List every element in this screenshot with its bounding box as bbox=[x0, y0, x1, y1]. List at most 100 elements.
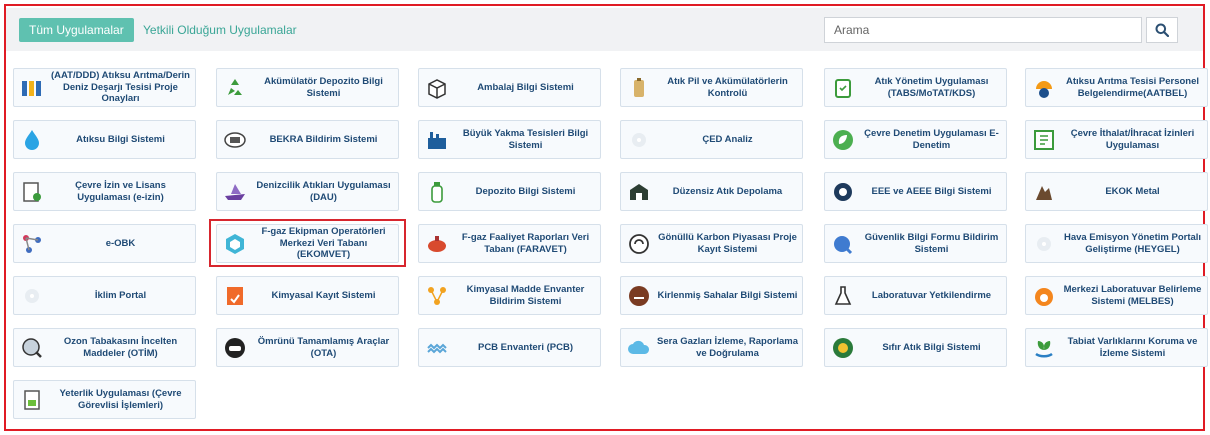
app-card[interactable]: e-OBK bbox=[13, 224, 196, 263]
app-card[interactable]: Merkezi Laboratuvar Belirleme Sistemi (M… bbox=[1025, 276, 1208, 315]
app-card[interactable]: Kimyasal Kayıt Sistemi bbox=[216, 276, 399, 315]
hexagon-icon bbox=[221, 230, 249, 258]
app-card[interactable]: BEKRA Bildirim Sistemi bbox=[216, 120, 399, 159]
search-button[interactable] bbox=[1146, 17, 1178, 43]
app-card[interactable]: (AAT/DDD) Atıksu Arıtma/Derin Deniz Deşa… bbox=[13, 68, 196, 107]
app-card[interactable]: EEE ve AEEE Bilgi Sistemi bbox=[824, 172, 1007, 211]
app-card[interactable]: Yeterlik Uygulaması (Çevre Görevlisi İşl… bbox=[13, 380, 196, 419]
app-card[interactable]: Atık Yönetim Uygulaması (TABS/MoTAT/KDS) bbox=[824, 68, 1007, 107]
app-card-label: BEKRA Bildirim Sistemi bbox=[269, 133, 378, 145]
zero-waste-icon bbox=[829, 334, 857, 362]
app-card[interactable]: EKOK Metal bbox=[1025, 172, 1208, 211]
search-input[interactable] bbox=[824, 17, 1142, 43]
app-card[interactable]: Hava Emisyon Yönetim Portalı Geliştirme … bbox=[1025, 224, 1208, 263]
app-card-label: Hava Emisyon Yönetim Portalı Geliştirme … bbox=[1063, 232, 1202, 255]
gas-cylinder-icon bbox=[423, 230, 451, 258]
app-card[interactable]: PCB Envanteri (PCB) bbox=[418, 328, 601, 367]
app-card[interactable]: Atık Pil ve Akümülatörlerin Kontrolü bbox=[620, 68, 803, 107]
app-card[interactable]: Çevre Denetim Uygulaması E-Denetim bbox=[824, 120, 1007, 159]
app-card-label: Düzensiz Atık Depolama bbox=[672, 185, 783, 197]
flask-icon bbox=[829, 282, 857, 310]
placeholder-icon bbox=[1030, 230, 1058, 258]
water-drop-icon bbox=[18, 126, 46, 154]
app-card-label: Yeterlik Uygulaması (Çevre Görevlisi İşl… bbox=[59, 388, 182, 411]
app-card-label: Kimyasal Kayıt Sistemi bbox=[271, 289, 376, 301]
cloud-icon bbox=[625, 334, 653, 362]
pcb-chain-icon bbox=[423, 334, 451, 362]
app-card-label: Atıksu Arıtma Tesisi Personel Belgelendi… bbox=[1065, 76, 1200, 99]
app-card[interactable]: Ambalaj Bilgi Sistemi bbox=[418, 68, 601, 107]
app-card[interactable]: Atıksu Arıtma Tesisi Personel Belgelendi… bbox=[1025, 68, 1208, 107]
app-card-label: Çevre İthalat/İhracat İzinleri Uygulamas… bbox=[1070, 128, 1195, 151]
app-card[interactable]: Sera Gazları İzleme, Raporlama ve Doğrul… bbox=[620, 328, 803, 367]
app-card-label: Atık Pil ve Akümülatörlerin Kontrolü bbox=[667, 76, 788, 99]
app-card[interactable]: Düzensiz Atık Depolama bbox=[620, 172, 803, 211]
app-card-label: Büyük Yakma Tesisleri Bilgi Sistemi bbox=[462, 128, 589, 151]
document-box-icon bbox=[1030, 126, 1058, 154]
app-card[interactable]: Akümülatör Depozito Bilgi Sistemi bbox=[216, 68, 399, 107]
app-card-label: Ozon Tabakasını İncelten Maddeler (OTİM) bbox=[63, 336, 178, 359]
app-card[interactable]: Kirlenmiş Sahalar Bilgi Sistemi bbox=[620, 276, 803, 315]
app-card-label: F-gaz Ekipman Operatörleri Merkezi Veri … bbox=[261, 226, 386, 261]
app-card-label: EKOK Metal bbox=[1105, 185, 1160, 197]
app-card-label: Laboratuvar Yetkilendirme bbox=[871, 289, 992, 301]
bottle-icon bbox=[423, 178, 451, 206]
plant-hand-icon bbox=[1030, 334, 1058, 362]
app-card-label: PCB Envanteri (PCB) bbox=[477, 341, 573, 353]
app-card-label: İklim Portal bbox=[94, 289, 147, 301]
placeholder-icon bbox=[18, 282, 46, 310]
report-doc-icon bbox=[18, 386, 46, 414]
app-card-label: Tabiat Varlıklarını Koruma ve İzleme Sis… bbox=[1067, 336, 1198, 359]
factory-icon bbox=[423, 126, 451, 154]
app-card[interactable]: Kimyasal Madde Envanter Bildirim Sistemi bbox=[418, 276, 601, 315]
app-card-label: Atıksu Bilgi Sistemi bbox=[76, 133, 165, 145]
app-card[interactable]: Sıfır Atık Bilgi Sistemi bbox=[824, 328, 1007, 367]
package-icon bbox=[423, 74, 451, 102]
app-card[interactable]: İklim Portal bbox=[13, 276, 196, 315]
molecule-icon bbox=[18, 230, 46, 258]
app-card-label: ÇED Analiz bbox=[702, 133, 753, 145]
app-toolbar: Tüm Uygulamalar Yetkili Olduğum Uygulama… bbox=[6, 8, 1203, 51]
tab-authorized-applications[interactable]: Yetkili Olduğum Uygulamalar bbox=[143, 18, 297, 42]
app-card[interactable]: Ömrünü Tamamlamış Araçlar (OTA) bbox=[216, 328, 399, 367]
app-card-label: F-gaz Faaliyet Raporları Veri Tabanı (FA… bbox=[461, 232, 590, 255]
carbon-cycle-icon bbox=[625, 230, 653, 258]
app-card[interactable]: Gönüllü Karbon Piyasası Proje Kayıt Sist… bbox=[620, 224, 803, 263]
app-card[interactable]: F-gaz Faaliyet Raporları Veri Tabanı (FA… bbox=[418, 224, 601, 263]
app-card-label: (AAT/DDD) Atıksu Arıtma/Derin Deniz Deşa… bbox=[51, 70, 190, 105]
app-card[interactable]: Atıksu Bilgi Sistemi bbox=[13, 120, 196, 159]
app-card-label: EEE ve AEEE Bilgi Sistemi bbox=[871, 185, 992, 197]
app-card[interactable]: Tabiat Varlıklarını Koruma ve İzleme Sis… bbox=[1025, 328, 1208, 367]
app-card[interactable]: Büyük Yakma Tesisleri Bilgi Sistemi bbox=[418, 120, 601, 159]
app-card-label: Merkezi Laboratuvar Belirleme Sistemi (M… bbox=[1063, 284, 1202, 307]
app-card[interactable]: ÇED Analiz bbox=[620, 120, 803, 159]
lab-helmet-icon bbox=[1030, 282, 1058, 310]
app-card-label: Denizcilik Atıkları Uygulaması (DAU) bbox=[256, 180, 391, 203]
app-card-label: e-OBK bbox=[105, 237, 136, 249]
battery-icon bbox=[625, 74, 653, 102]
worker-helmet-icon bbox=[1030, 74, 1058, 102]
app-card-label: Güvenlik Bilgi Formu Bildirim Sistemi bbox=[864, 232, 999, 255]
bekra-badge-icon bbox=[221, 126, 249, 154]
binders-icon bbox=[18, 74, 46, 102]
app-card[interactable]: F-gaz Ekipman Operatörleri Merkezi Veri … bbox=[216, 224, 399, 263]
app-card-label: Atık Yönetim Uygulaması (TABS/MoTAT/KDS) bbox=[874, 76, 989, 99]
app-card[interactable]: Depozito Bilgi Sistemi bbox=[418, 172, 601, 211]
app-card[interactable]: Laboratuvar Yetkilendirme bbox=[824, 276, 1007, 315]
app-card[interactable]: Güvenlik Bilgi Formu Bildirim Sistemi bbox=[824, 224, 1007, 263]
app-card[interactable]: Denizcilik Atıkları Uygulaması (DAU) bbox=[216, 172, 399, 211]
app-card[interactable]: Ozon Tabakasını İncelten Maddeler (OTİM) bbox=[13, 328, 196, 367]
chemical-network-icon bbox=[423, 282, 451, 310]
app-card[interactable]: Çevre İzin ve Lisans Uygulaması (e-izin) bbox=[13, 172, 196, 211]
app-card-label: Çevre Denetim Uygulaması E-Denetim bbox=[864, 128, 999, 151]
leaf-circle-icon bbox=[829, 126, 857, 154]
car-icon bbox=[221, 334, 249, 362]
app-card-label: Sıfır Atık Bilgi Sistemi bbox=[882, 341, 981, 353]
metal-scrap-icon bbox=[1030, 178, 1058, 206]
app-card-label: Çevre İzin ve Lisans Uygulaması (e-izin) bbox=[75, 180, 166, 203]
landfill-icon bbox=[625, 178, 653, 206]
placeholder-icon bbox=[625, 126, 653, 154]
tab-all-applications[interactable]: Tüm Uygulamalar bbox=[19, 18, 134, 42]
app-card[interactable]: Çevre İthalat/İhracat İzinleri Uygulamas… bbox=[1025, 120, 1208, 159]
search-icon bbox=[1155, 23, 1169, 37]
